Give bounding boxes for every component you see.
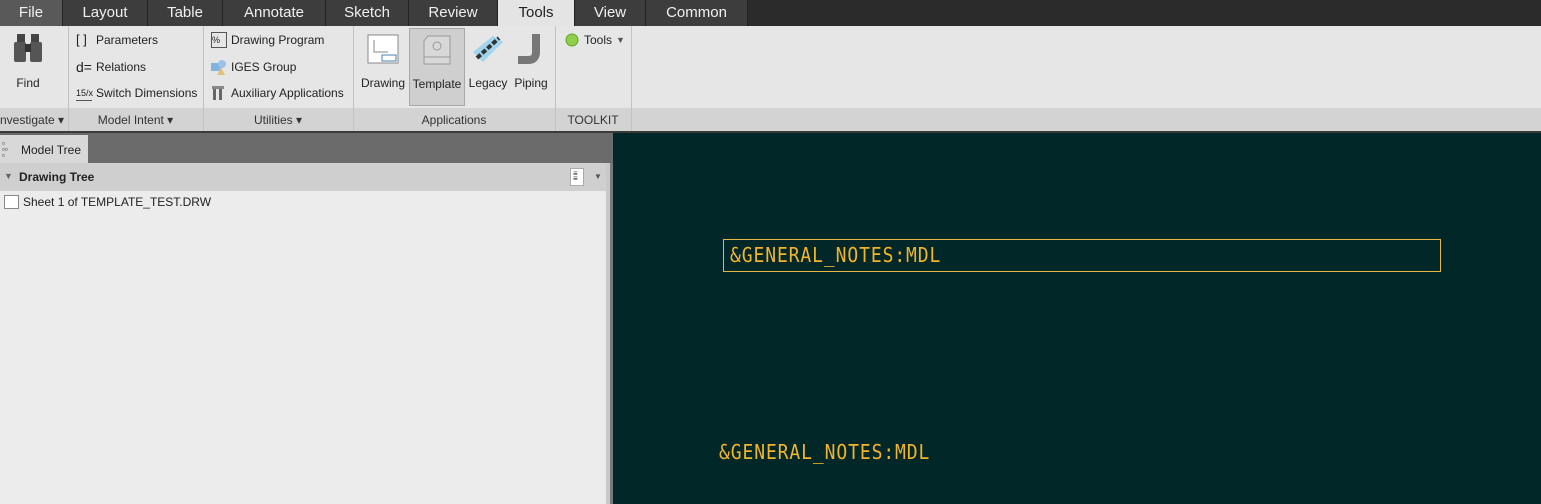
- label: Parameters: [96, 33, 159, 47]
- parameters-button[interactable]: [ ] Parameters: [76, 32, 158, 48]
- list-settings-icon[interactable]: ≡ ≡: [570, 168, 584, 186]
- label: Drawing: [360, 76, 405, 90]
- chain-icon: [471, 32, 505, 66]
- tab-tools[interactable]: Tools: [498, 0, 575, 26]
- group-applications: Applications: [421, 113, 487, 127]
- divider: [631, 26, 632, 131]
- tab-view[interactable]: View: [575, 0, 646, 26]
- tab-sketch[interactable]: Sketch: [326, 0, 409, 26]
- iges-group-button[interactable]: IGES Group: [211, 59, 296, 75]
- template-icon: [420, 33, 454, 67]
- label: Drawing Program: [231, 33, 325, 47]
- brackets-icon: [ ]: [76, 32, 87, 47]
- collapse-icon: ▼: [4, 171, 13, 181]
- piping-button[interactable]: Piping: [511, 28, 551, 106]
- label: Drawing Tree: [19, 170, 95, 184]
- green-circle-icon: [564, 32, 580, 48]
- template-button[interactable]: Template: [409, 28, 465, 106]
- tree-item-sheet[interactable]: Sheet 1 of TEMPLATE_TEST.DRW: [4, 195, 211, 209]
- switch-dimensions-icon: 15/x: [76, 85, 93, 101]
- drawing-program-icon: %: [211, 32, 227, 48]
- chevron-down-icon: ▼: [616, 35, 625, 45]
- relations-button[interactable]: d= Relations: [76, 59, 146, 75]
- group-model-intent[interactable]: Model Intent ▾: [68, 113, 203, 127]
- label: Legacy: [468, 76, 508, 90]
- label: Switch Dimensions: [96, 86, 198, 100]
- legacy-button[interactable]: Legacy: [466, 28, 510, 106]
- label: IGES Group: [231, 60, 297, 74]
- tab-file[interactable]: File: [0, 0, 63, 26]
- find-button[interactable]: Find: [2, 28, 54, 106]
- label: Auxiliary Applications: [231, 86, 344, 100]
- label: Sheet 1 of TEMPLATE_TEST.DRW: [23, 195, 212, 209]
- sheet-icon: [4, 195, 19, 209]
- binoculars-icon: [11, 32, 45, 66]
- panel-tabs: [0, 133, 613, 163]
- label: Template: [412, 77, 462, 91]
- general-notes-note[interactable]: &GENERAL_NOTES:MDL: [730, 243, 941, 267]
- pipe-icon: [514, 32, 548, 66]
- label: Tools: [584, 33, 613, 47]
- drawing-icon: [366, 32, 400, 66]
- chevron-down-icon[interactable]: ▼: [594, 172, 602, 181]
- tools-icon: [211, 85, 227, 101]
- group-utilities[interactable]: Utilities ▾: [203, 113, 353, 127]
- find-label: Find: [16, 76, 40, 90]
- label: Relations: [96, 60, 147, 74]
- ribbon-tabs: File Layout Table Annotate Sketch Review…: [0, 0, 1541, 26]
- group-investigate[interactable]: nvestigate ▾: [0, 113, 66, 127]
- iges-group-icon: [211, 59, 227, 75]
- tab-model-tree[interactable]: ▫ ▫▫ ▫ Model Tree: [0, 135, 88, 163]
- tree-icon: ▫ ▫▫ ▫: [2, 139, 8, 160]
- drawing-button[interactable]: Drawing: [358, 28, 408, 106]
- drawing-program-button[interactable]: % Drawing Program: [211, 32, 324, 48]
- tab-annotate[interactable]: Annotate: [223, 0, 326, 26]
- model-tree-panel: ▫ ▫▫ ▫ Model Tree ▼ Drawing Tree ≡ ≡ ▼ Sheet …: [0, 133, 613, 504]
- panel-resize-handle[interactable]: [606, 163, 613, 504]
- tab-common[interactable]: Common: [646, 0, 748, 26]
- tab-layout[interactable]: Layout: [63, 0, 148, 26]
- tab-table[interactable]: Table: [148, 0, 223, 26]
- label: Model Tree: [21, 143, 82, 157]
- drawing-canvas[interactable]: &GENERAL_NOTES:MDL &GENERAL_NOTES:MDL: [613, 133, 1541, 504]
- tools-dropdown[interactable]: Tools ▼: [564, 32, 625, 48]
- group-toolkit: TOOLKIT: [567, 113, 619, 127]
- auxiliary-applications-button[interactable]: Auxiliary Applications: [211, 85, 344, 101]
- drawing-tree-header[interactable]: ▼ Drawing Tree ≡ ≡ ▼: [0, 163, 606, 191]
- relations-icon: d=: [76, 59, 92, 75]
- switch-dimensions-button[interactable]: 15/x Switch Dimensions: [76, 85, 197, 101]
- label: Piping: [514, 76, 548, 90]
- tab-review[interactable]: Review: [409, 0, 498, 26]
- general-notes-note[interactable]: &GENERAL_NOTES:MDL: [719, 440, 930, 464]
